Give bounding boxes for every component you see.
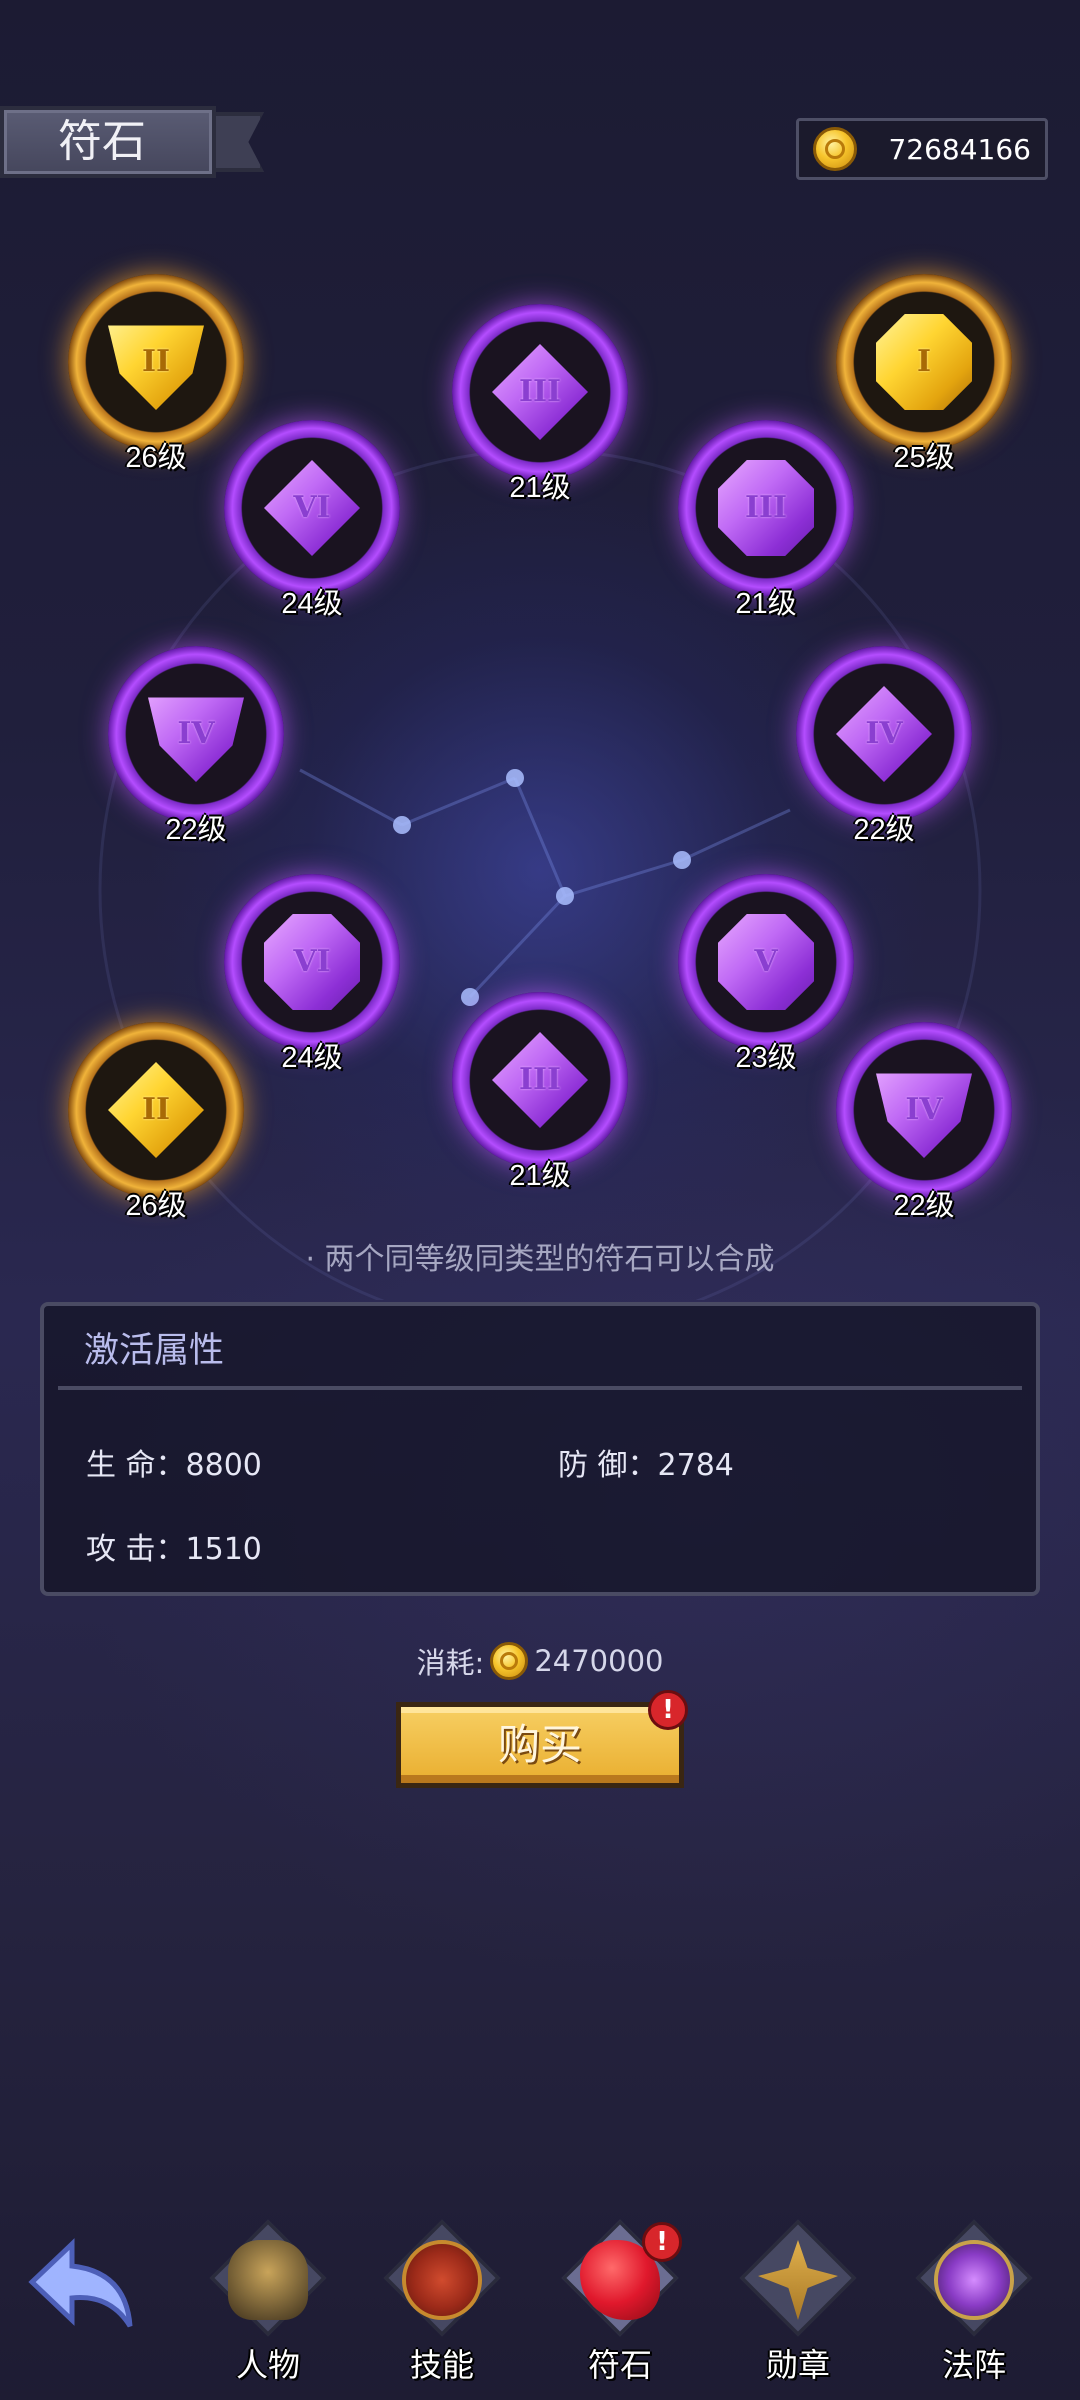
rune-slot-9[interactable]: V 23级 bbox=[678, 874, 854, 1074]
skill-swirl-icon bbox=[402, 2240, 482, 2320]
stat-defense-label: 防 御： bbox=[558, 1448, 658, 1483]
rune-slot-8[interactable]: VI 24级 bbox=[224, 874, 400, 1074]
rune-level: 26级 bbox=[125, 442, 187, 474]
rune-numeral: IV bbox=[177, 716, 215, 751]
title-banner-tail bbox=[212, 112, 264, 172]
page-title: 符石 bbox=[58, 116, 146, 167]
rune-level: 26级 bbox=[125, 1190, 187, 1222]
rune-level: 21级 bbox=[509, 1160, 571, 1192]
nav-tab-label: 技能 bbox=[409, 2346, 474, 2384]
stat-attack-label: 攻 击： bbox=[86, 1532, 186, 1567]
nav-tab-label: 符石 bbox=[587, 2346, 652, 2384]
rune-level: 21级 bbox=[509, 472, 571, 504]
rune-slot-4[interactable]: VI 24级 bbox=[224, 420, 400, 620]
nav-tab-medals[interactable]: 勋章 bbox=[728, 2219, 868, 2384]
panel-divider bbox=[58, 1386, 1022, 1390]
rune-numeral: IV bbox=[865, 716, 903, 751]
rune-slot-11[interactable]: III 21级 bbox=[452, 992, 628, 1192]
cost-label: 消耗: bbox=[416, 1646, 485, 1680]
rune-level: 22级 bbox=[853, 814, 915, 846]
stat-hp-value: 8800 bbox=[185, 1448, 262, 1483]
nav-alert-badge: ! bbox=[642, 2222, 682, 2262]
rune-numeral: V bbox=[754, 944, 778, 979]
rune-level: 24级 bbox=[281, 588, 343, 620]
activated-attributes-panel: 激活属性 生 命：8800 防 御：2784 攻 击：1510 bbox=[40, 1302, 1040, 1596]
coin-icon bbox=[490, 1642, 529, 1680]
buy-alert-badge: ! bbox=[648, 1690, 688, 1730]
rune-numeral: I bbox=[916, 344, 932, 379]
merge-hint: · 两个同等级同类型的符石可以合成 bbox=[305, 1242, 775, 1277]
rune-slot-5[interactable]: III 21级 bbox=[678, 420, 854, 620]
rune-slot-12[interactable]: IV 22级 bbox=[836, 1022, 1012, 1222]
stat-attack: 攻 击：1510 bbox=[86, 1524, 262, 1568]
coin-balance-value: 72684166 bbox=[888, 133, 1031, 166]
rune-slot-3[interactable]: I 25级 bbox=[836, 274, 1012, 474]
stat-defense-value: 2784 bbox=[657, 1448, 734, 1483]
rune-numeral: IV bbox=[905, 1092, 943, 1127]
rune-numeral: III bbox=[518, 374, 562, 409]
panel-title: 激活属性 bbox=[84, 1331, 225, 1371]
rune-numeral: II bbox=[141, 344, 171, 379]
nav-tab-label: 勋章 bbox=[765, 2346, 830, 2384]
nav-tab-label: 法阵 bbox=[941, 2346, 1006, 2384]
stat-attack-value: 1510 bbox=[185, 1532, 262, 1567]
rune-level: 25级 bbox=[893, 442, 955, 474]
nav-tab-character[interactable]: 人物 bbox=[198, 2219, 338, 2384]
rune-numeral: VI bbox=[293, 490, 331, 525]
rune-level: 22级 bbox=[165, 814, 227, 846]
cost-line: 消耗: 2470000 bbox=[0, 1640, 1080, 1682]
stat-hp: 生 命：8800 bbox=[86, 1440, 262, 1484]
buy-button[interactable]: 购买 bbox=[396, 1702, 684, 1788]
rune-slot-6[interactable]: IV 22级 bbox=[108, 646, 284, 846]
rune-level: 23级 bbox=[735, 1042, 797, 1074]
stat-hp-label: 生 命： bbox=[86, 1448, 186, 1483]
rune-numeral: VI bbox=[293, 944, 331, 979]
rune-slot-7[interactable]: IV 22级 bbox=[796, 646, 972, 846]
helmet-icon bbox=[228, 2240, 308, 2320]
rune-slot-1[interactable]: II 26级 bbox=[68, 274, 244, 474]
coin-balance: 72684166 bbox=[796, 118, 1048, 180]
rune-level: 21级 bbox=[735, 588, 797, 620]
rune-slot-2[interactable]: III 21级 bbox=[452, 304, 628, 504]
rune-level: 22级 bbox=[893, 1190, 955, 1222]
nav-tab-runes[interactable]: ! 符石 bbox=[550, 2219, 690, 2384]
back-arrow-icon bbox=[28, 2238, 133, 2328]
rune-level: 24级 bbox=[281, 1042, 343, 1074]
rune-numeral: III bbox=[744, 490, 788, 525]
rune-slot-10[interactable]: II 26级 bbox=[68, 1022, 244, 1222]
nav-tab-label: 人物 bbox=[235, 2346, 300, 2384]
rune-numeral: III bbox=[518, 1062, 562, 1097]
cost-value: 2470000 bbox=[534, 1644, 664, 1678]
rune-numeral: II bbox=[141, 1092, 171, 1127]
stat-defense: 防 御：2784 bbox=[558, 1440, 734, 1484]
coin-icon bbox=[813, 127, 857, 171]
nav-tab-skills[interactable]: 技能 bbox=[372, 2219, 512, 2384]
back-button[interactable] bbox=[26, 2236, 136, 2332]
nav-tab-magic-array[interactable]: 法阵 bbox=[904, 2219, 1044, 2384]
magic-circle-icon bbox=[934, 2240, 1014, 2320]
